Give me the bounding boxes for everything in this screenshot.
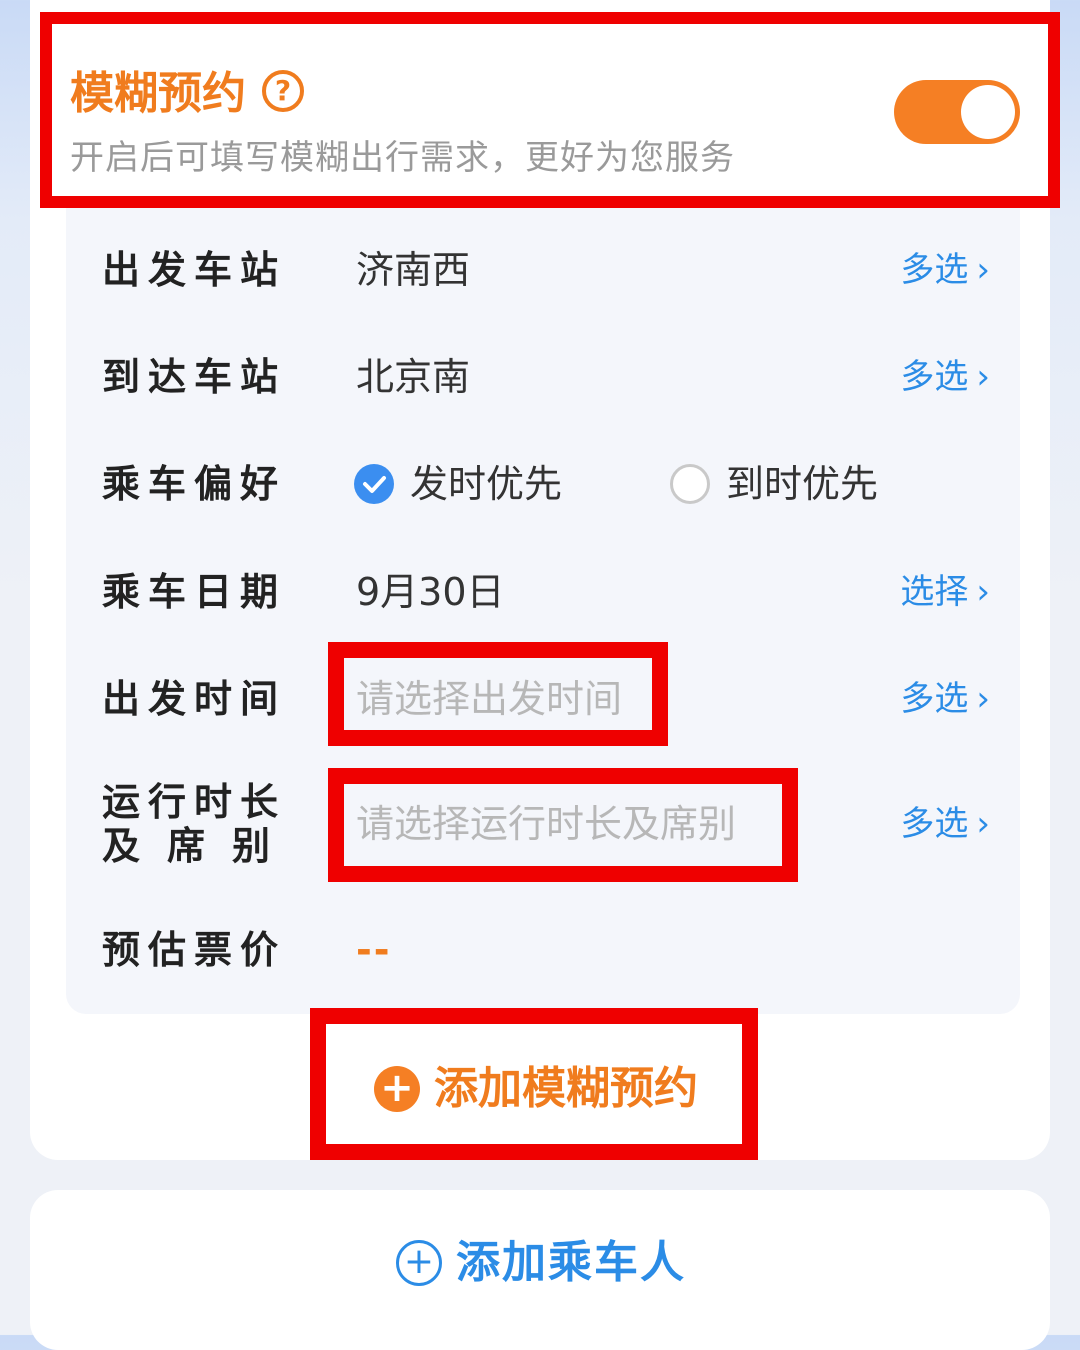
duration-seat-label: 运行时长 及席别 (102, 780, 297, 868)
add-passenger-button[interactable]: 添加乘车人 (456, 1228, 686, 1298)
check-icon (363, 476, 386, 493)
highlight-duration-seat (328, 768, 798, 882)
arrival-station-value: 北京南 (356, 355, 471, 399)
duration-seat-label-line2: 及席别 (102, 824, 298, 868)
duration-seat-multiselect[interactable]: 多选 › (900, 784, 990, 864)
date-select[interactable]: 选择 › (900, 552, 990, 632)
depart-time-multiselect[interactable]: 多选 › (900, 659, 990, 739)
arrival-station-multiselect[interactable]: 多选 › (900, 337, 990, 417)
row-price: 预估票价 -- (66, 910, 1020, 990)
date-value: 9月30日 (356, 570, 505, 614)
price-label: 预估票价 (102, 928, 287, 972)
fuzzy-form-panel: 出发车站 济南西 多选 › 到达车站 北京南 多选 › 乘车偏好 发时优先 到时优先… (66, 208, 1020, 1014)
departure-station-value: 济南西 (356, 248, 471, 292)
fuzzy-reservation-subtitle: 开启后可填写模糊出行需求，更好为您服务 (70, 138, 735, 178)
toggle-knob (961, 85, 1015, 139)
chevron-right-icon: › (976, 804, 990, 844)
row-date[interactable]: 乘车日期 9月30日 选择 › (66, 552, 1020, 632)
chevron-right-icon: › (976, 250, 990, 290)
help-icon[interactable]: ? (262, 70, 304, 112)
depart-time-label: 出发时间 (102, 677, 287, 721)
chevron-right-icon: › (976, 679, 990, 719)
date-label: 乘车日期 (102, 570, 287, 614)
radio-arrive-first-label[interactable]: 到时优先 (726, 444, 878, 524)
chevron-right-icon: › (976, 572, 990, 612)
select-label: 选择 (900, 572, 969, 612)
radio-depart-first[interactable] (354, 464, 394, 504)
multiselect-label: 多选 (900, 357, 969, 397)
fuzzy-reservation-title: 模糊预约 (70, 68, 246, 119)
departure-station-label: 出发车站 (102, 248, 287, 292)
multiselect-label: 多选 (900, 679, 969, 719)
departure-station-multiselect[interactable]: 多选 › (900, 230, 990, 310)
row-departure-station[interactable]: 出发车站 济南西 多选 › (66, 230, 1020, 310)
multiselect-label: 多选 (900, 804, 969, 844)
row-arrival-station[interactable]: 到达车站 北京南 多选 › (66, 337, 1020, 417)
price-value: -- (356, 928, 392, 972)
multiselect-label: 多选 (900, 250, 969, 290)
add-fuzzy-reservation-button[interactable]: + 添加模糊预约 (310, 1008, 758, 1160)
fuzzy-reservation-header: 模糊预约 ? 开启后可填写模糊出行需求，更好为您服务 (40, 12, 1060, 208)
chevron-right-icon: › (976, 357, 990, 397)
radio-depart-first-label[interactable]: 发时优先 (410, 444, 562, 524)
radio-arrive-first[interactable] (670, 464, 710, 504)
row-preference: 乘车偏好 发时优先 到时优先 (66, 444, 1020, 524)
fuzzy-reservation-toggle[interactable] (894, 80, 1020, 144)
plus-circle-icon: + (374, 1066, 420, 1112)
add-fuzzy-reservation-label: 添加模糊预约 (434, 1063, 698, 1114)
plus-circle-outline-icon: + (396, 1240, 442, 1286)
arrival-station-label: 到达车站 (102, 355, 287, 399)
passenger-card: + 添加乘车人 (30, 1190, 1050, 1350)
duration-seat-label-line1: 运行时长 (102, 780, 287, 824)
highlight-depart-time (328, 642, 668, 746)
preference-label: 乘车偏好 (102, 462, 287, 506)
